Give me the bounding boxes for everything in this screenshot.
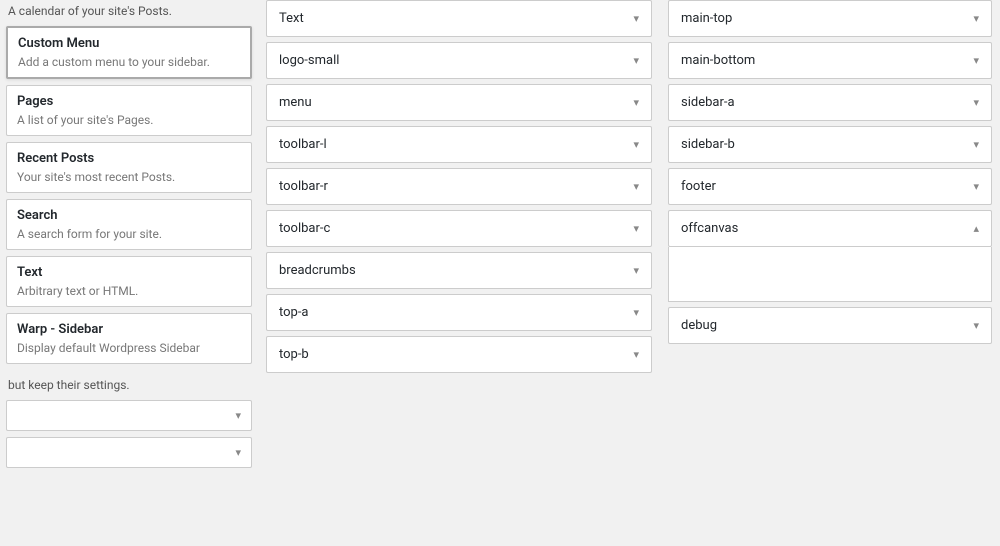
widget-title-text: Text xyxy=(17,265,241,280)
area-label-sidebar-a: sidebar-a xyxy=(681,95,735,110)
area-label-top-b: top-b xyxy=(279,347,309,362)
area-label-toolbar-c: toolbar-c xyxy=(279,221,330,236)
chevron-down-icon-logo-small: ▾ xyxy=(633,54,639,67)
sidebar-area-toolbar-l[interactable]: toolbar-l ▾ xyxy=(266,126,652,163)
area-label-menu: menu xyxy=(279,95,312,110)
left-panel: A calendar of your site's Posts. Custom … xyxy=(0,0,258,546)
sidebar-area-menu[interactable]: menu ▾ xyxy=(266,84,652,121)
widget-title-recent-posts: Recent Posts xyxy=(17,151,241,166)
chevron-down-icon-toolbar-c: ▾ xyxy=(633,222,639,235)
right-area-debug[interactable]: debug ▾ xyxy=(668,307,992,344)
area-label-sidebar-b: sidebar-b xyxy=(681,137,735,152)
sidebar-area-top-b[interactable]: top-b ▾ xyxy=(266,336,652,373)
chevron-down-icon-sidebar-a: ▾ xyxy=(973,96,979,109)
widget-item-custom-menu[interactable]: Custom Menu Add a custom menu to your si… xyxy=(6,26,252,79)
widget-item-recent-posts[interactable]: Recent Posts Your site's most recent Pos… xyxy=(6,142,252,193)
chevron-down-icon-top-b: ▾ xyxy=(633,348,639,361)
widget-item-warp-sidebar[interactable]: Warp - Sidebar Display default Wordpress… xyxy=(6,313,252,364)
area-label-main-bottom: main-bottom xyxy=(681,53,755,68)
sidebar-area-text-top[interactable]: Text ▾ xyxy=(266,0,652,37)
widget-item-pages[interactable]: Pages A list of your site's Pages. xyxy=(6,85,252,136)
area-label-text-top: Text xyxy=(279,11,304,26)
widget-item-text[interactable]: Text Arbitrary text or HTML. xyxy=(6,256,252,307)
sidebar-area-breadcrumbs[interactable]: breadcrumbs ▾ xyxy=(266,252,652,289)
right-area-main-bottom[interactable]: main-bottom ▾ xyxy=(668,42,992,79)
widget-title-custom-menu: Custom Menu xyxy=(18,36,240,51)
chevron-down-icon-toolbar-r: ▾ xyxy=(633,180,639,193)
collapsed-widget-1[interactable]: ▾ xyxy=(6,400,252,431)
middle-panel: Text ▾ logo-small ▾ menu ▾ toolbar-l ▾ t… xyxy=(258,0,660,546)
chevron-down-icon-sidebar-b: ▾ xyxy=(973,138,979,151)
widget-item-search[interactable]: Search A search form for your site. xyxy=(6,199,252,250)
calendar-note: A calendar of your site's Posts. xyxy=(6,0,252,26)
area-label-top-a: top-a xyxy=(279,305,309,320)
area-label-debug: debug xyxy=(681,318,717,333)
widget-desc-search: A search form for your site. xyxy=(17,227,241,241)
widget-desc-recent-posts: Your site's most recent Posts. xyxy=(17,170,241,184)
chevron-down-icon-text-top: ▾ xyxy=(633,12,639,25)
offcanvas-expanded-content xyxy=(668,247,992,302)
widget-desc-warp-sidebar: Display default Wordpress Sidebar xyxy=(17,341,241,355)
widget-title-pages: Pages xyxy=(17,94,241,109)
chevron-down-icon-1: ▾ xyxy=(235,409,241,422)
widget-desc-custom-menu: Add a custom menu to your sidebar. xyxy=(18,55,240,69)
sidebar-area-logo-small[interactable]: logo-small ▾ xyxy=(266,42,652,79)
widget-desc-pages: A list of your site's Pages. xyxy=(17,113,241,127)
chevron-down-icon-footer: ▾ xyxy=(973,180,979,193)
area-label-offcanvas: offcanvas xyxy=(681,221,738,236)
right-area-offcanvas[interactable]: offcanvas ▴ xyxy=(668,210,992,247)
bottom-note: but keep their settings. xyxy=(6,370,252,400)
area-label-footer: footer xyxy=(681,179,716,194)
right-area-sidebar-b[interactable]: sidebar-b ▾ xyxy=(668,126,992,163)
area-label-main-top: main-top xyxy=(681,11,732,26)
sidebar-area-top-a[interactable]: top-a ▾ xyxy=(266,294,652,331)
widget-desc-text: Arbitrary text or HTML. xyxy=(17,284,241,298)
sidebar-area-toolbar-c[interactable]: toolbar-c ▾ xyxy=(266,210,652,247)
collapsed-widget-2[interactable]: ▾ xyxy=(6,437,252,468)
chevron-down-icon-main-top: ▾ xyxy=(973,12,979,25)
area-label-toolbar-r: toolbar-r xyxy=(279,179,328,194)
right-area-footer[interactable]: footer ▾ xyxy=(668,168,992,205)
widget-title-search: Search xyxy=(17,208,241,223)
chevron-down-icon-breadcrumbs: ▾ xyxy=(633,264,639,277)
chevron-up-icon-offcanvas: ▴ xyxy=(973,222,979,235)
sidebar-area-toolbar-r[interactable]: toolbar-r ▾ xyxy=(266,168,652,205)
area-label-logo-small: logo-small xyxy=(279,53,339,68)
right-area-main-top[interactable]: main-top ▾ xyxy=(668,0,992,37)
chevron-down-icon-2: ▾ xyxy=(235,446,241,459)
area-label-toolbar-l: toolbar-l xyxy=(279,137,327,152)
chevron-down-icon-debug: ▾ xyxy=(973,319,979,332)
right-area-sidebar-a[interactable]: sidebar-a ▾ xyxy=(668,84,992,121)
chevron-down-icon-toolbar-l: ▾ xyxy=(633,138,639,151)
right-panel: main-top ▾ main-bottom ▾ sidebar-a ▾ sid… xyxy=(660,0,1000,546)
chevron-down-icon-top-a: ▾ xyxy=(633,306,639,319)
widget-title-warp-sidebar: Warp - Sidebar xyxy=(17,322,241,337)
chevron-down-icon-menu: ▾ xyxy=(633,96,639,109)
chevron-down-icon-main-bottom: ▾ xyxy=(973,54,979,67)
area-label-breadcrumbs: breadcrumbs xyxy=(279,263,356,278)
